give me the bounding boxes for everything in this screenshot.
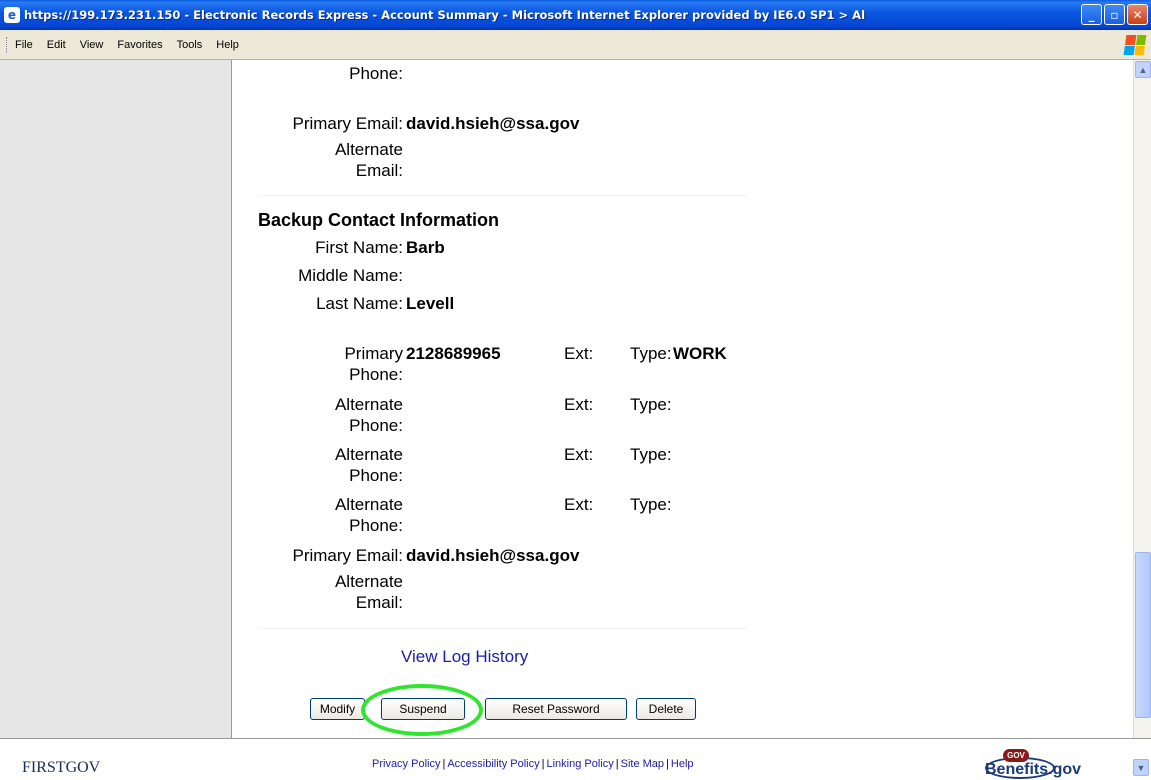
alternate-phone-3-type-label: Type: <box>630 495 672 514</box>
backup-contact-heading: Backup Contact Information <box>258 210 500 230</box>
alternate-phone-1-label-top: Alternate <box>334 395 403 414</box>
maximize-button[interactable]: ▫ <box>1104 4 1125 25</box>
help-link[interactable]: Help <box>671 758 694 770</box>
primary-phone-type-value: WORK <box>673 344 727 363</box>
menu-help[interactable]: Help <box>216 39 239 51</box>
separator: | <box>541 758 545 770</box>
primary-email-value: david.hsieh@ssa.gov <box>406 114 580 133</box>
backup-primary-email-label: Primary Email: <box>292 546 403 565</box>
menu-view[interactable]: View <box>80 39 104 51</box>
menu-edit[interactable]: Edit <box>47 39 66 51</box>
firstgov-logo[interactable]: FIRSTGOV <box>22 759 100 777</box>
separator: | <box>615 758 619 770</box>
separator: | <box>442 758 446 770</box>
alternate-phone-1-ext-label: Ext: <box>564 395 594 414</box>
window-controls: _ ▫ ✕ <box>1081 4 1148 25</box>
last-name-label: Last Name: <box>316 294 403 313</box>
menu-file[interactable]: File <box>15 39 33 51</box>
alternate-phone-2-label-top: Alternate <box>334 445 403 464</box>
middle-name-label: Middle Name: <box>298 266 403 285</box>
ie-icon: e <box>4 7 20 23</box>
privacy-policy-link[interactable]: Privacy Policy <box>372 758 440 770</box>
backup-alternate-email-label-top: Alternate <box>334 572 403 591</box>
toolbar-grip <box>6 36 9 53</box>
linking-policy-link[interactable]: Linking Policy <box>547 758 614 770</box>
last-name-value: Levell <box>406 294 455 313</box>
alternate-phone-2-label-bottom: Phone: <box>349 466 403 485</box>
first-name-value: Barb <box>406 238 445 257</box>
scrollbar-thumb[interactable] <box>1135 552 1151 718</box>
alternate-phone-3-ext-label: Ext: <box>564 495 594 514</box>
alternate-phone-3-label-top: Alternate <box>334 495 403 514</box>
highlight-circle <box>361 684 483 736</box>
primary-phone-label-bottom: Phone: <box>349 365 403 384</box>
benefits-gov-logo[interactable]: GOV Benefits.gov <box>985 749 1089 779</box>
scroll-down-icon[interactable]: ▼ <box>1133 759 1149 776</box>
left-sidebar <box>0 60 232 738</box>
first-name-label: First Name: <box>315 238 403 257</box>
account-summary-content: Phone: Primary Email: david.hsieh@ssa.go… <box>233 60 1133 738</box>
alternate-phone-2-ext-label: Ext: <box>564 445 594 464</box>
primary-phone-ext-label: Ext: <box>564 344 594 363</box>
modify-button[interactable]: Modify <box>310 698 365 720</box>
footer-links: Privacy Policy | Accessibility Policy | … <box>372 758 694 770</box>
primary-phone-type-label: Type: <box>630 344 672 363</box>
divider <box>258 195 748 196</box>
alternate-email-label-top: Alternate <box>334 140 403 159</box>
alternate-email-label-bottom: Email: <box>355 161 403 180</box>
page-footer: FIRSTGOV Privacy Policy | Accessibility … <box>0 738 1151 780</box>
backup-alternate-email-label-bottom: Email: <box>355 593 403 612</box>
alternate-phone-2-type-label: Type: <box>630 445 672 464</box>
title-bar: e https://199.173.231.150 - Electronic R… <box>0 0 1151 30</box>
browser-viewport: Phone: Primary Email: david.hsieh@ssa.go… <box>0 60 1151 738</box>
primary-phone-label-top: Primary <box>344 344 403 363</box>
windows-logo-icon <box>1123 35 1147 55</box>
site-map-link[interactable]: Site Map <box>621 758 664 770</box>
accessibility-policy-link[interactable]: Accessibility Policy <box>447 758 539 770</box>
alternate-phone-3-label-bottom: Phone: <box>349 516 403 535</box>
menu-tools[interactable]: Tools <box>177 39 203 51</box>
minimize-button[interactable]: _ <box>1081 4 1102 25</box>
alternate-phone-1-label-bottom: Phone: <box>349 416 403 435</box>
vertical-scrollbar[interactable]: ▲ <box>1133 60 1151 738</box>
alternate-phone-1-type-label: Type: <box>630 395 672 414</box>
scroll-up-icon[interactable]: ▲ <box>1135 61 1151 78</box>
primary-email-label: Primary Email: <box>292 114 403 133</box>
menu-bar: File Edit View Favorites Tools Help <box>0 30 1151 60</box>
phone-label: Phone: <box>349 64 403 83</box>
benefits-text: Benefits.gov <box>985 761 1082 778</box>
divider <box>258 628 748 629</box>
reset-password-button[interactable]: Reset Password <box>485 698 627 720</box>
window-title: https://199.173.231.150 - Electronic Rec… <box>24 8 866 22</box>
close-button[interactable]: ✕ <box>1127 4 1148 25</box>
backup-primary-email-value: david.hsieh@ssa.gov <box>406 546 580 565</box>
view-log-history-link[interactable]: View Log History <box>401 647 528 667</box>
primary-phone-number: 2128689965 <box>406 344 501 363</box>
menu-favorites[interactable]: Favorites <box>117 39 162 51</box>
separator: | <box>666 758 669 770</box>
delete-button[interactable]: Delete <box>636 698 696 720</box>
